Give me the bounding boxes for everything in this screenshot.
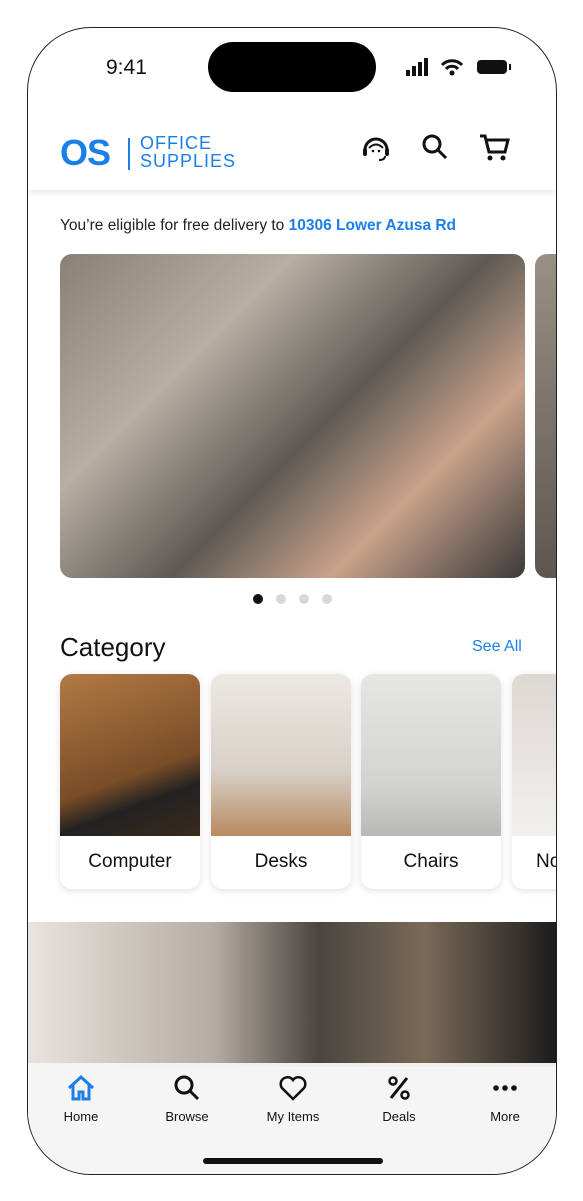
cart-icon[interactable]: [477, 130, 511, 164]
status-time: 9:41: [106, 56, 147, 79]
category-heading: Category: [60, 632, 166, 662]
dynamic-island: [208, 42, 376, 92]
category-card-desks[interactable]: Desks: [211, 674, 351, 889]
tab-deals[interactable]: Deals: [346, 1073, 452, 1124]
app-header: OS OFFICE SUPPLIES: [28, 108, 556, 190]
carousel-dot[interactable]: [276, 594, 286, 604]
promo-banner-image[interactable]: [28, 922, 556, 1067]
tab-my-items[interactable]: My Items: [240, 1073, 346, 1124]
hero-carousel-slide[interactable]: [60, 254, 525, 578]
more-icon: [493, 1085, 517, 1091]
tab-browse[interactable]: Browse: [134, 1073, 240, 1124]
heart-icon: [279, 1075, 307, 1101]
status-icons: [406, 58, 516, 81]
signal-wifi-battery-icon: [406, 58, 511, 76]
category-card-chairs[interactable]: Chairs: [361, 674, 501, 889]
logo-text: OFFICE SUPPLIES: [140, 133, 237, 171]
home-indicator[interactable]: [203, 1158, 383, 1164]
carousel-dot-active[interactable]: [253, 594, 263, 604]
see-all-link[interactable]: See All: [472, 638, 522, 656]
carousel-dot[interactable]: [322, 594, 332, 604]
logo-divider: [128, 138, 130, 170]
carousel-dot[interactable]: [299, 594, 309, 604]
delivery-banner: You’re eligible for free delivery to 103…: [60, 217, 457, 234]
category-card-computer[interactable]: Computer: [60, 674, 200, 889]
tab-more[interactable]: More: [452, 1073, 556, 1124]
category-card-next[interactable]: No: [512, 674, 556, 889]
percent-icon: [388, 1076, 410, 1100]
logo-mark[interactable]: OS: [60, 132, 111, 174]
search-icon[interactable]: [418, 130, 452, 164]
tab-home[interactable]: Home: [28, 1073, 134, 1124]
phone-frame: 9:41 OS OFFICE SUPPLIES You’re eligible f…: [27, 27, 557, 1175]
delivery-address-link[interactable]: 10306 Lower Azusa Rd: [289, 217, 456, 234]
support-headset-icon[interactable]: [359, 130, 393, 164]
next-carousel-slide[interactable]: [535, 254, 556, 578]
home-icon: [67, 1074, 95, 1101]
search-icon: [174, 1075, 200, 1101]
